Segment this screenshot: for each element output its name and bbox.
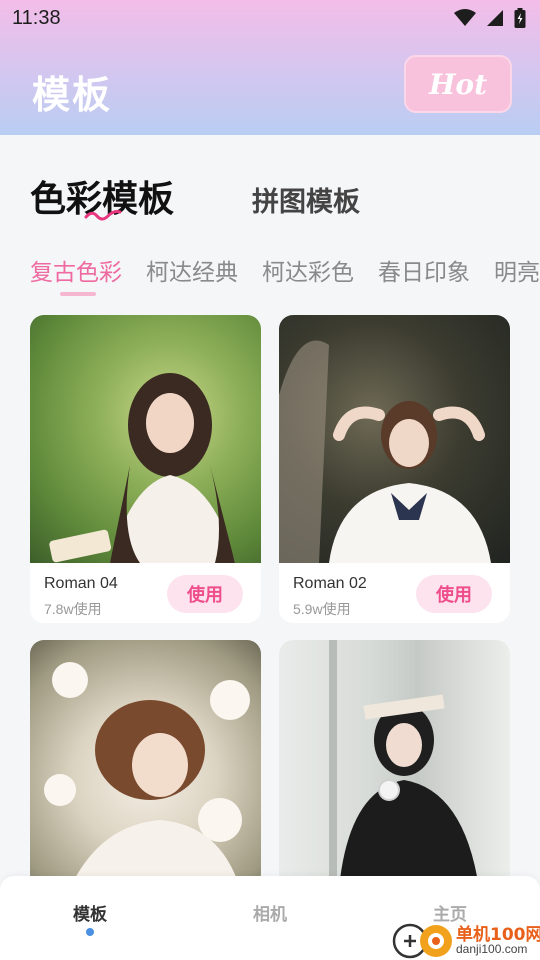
watermark-url: danji100.com (456, 942, 528, 956)
watermark-logo-icon (392, 923, 452, 959)
nav-camera[interactable]: 相机 (253, 900, 287, 925)
template-info: Roman 02 5.9w使用 使用 (279, 563, 510, 623)
template-preview-image (30, 315, 261, 563)
template-preview-image (279, 315, 510, 563)
category-tabs: 复古色彩 柯达经典 柯达彩色 春日印象 明亮 (30, 253, 540, 287)
template-info: Roman 04 7.8w使用 使用 (30, 563, 261, 623)
template-usage-count: 7.8w使用 (44, 601, 102, 617)
subtab-retro-color[interactable]: 复古色彩 (30, 253, 122, 287)
template-card[interactable] (30, 640, 261, 888)
status-bar: 11:38 (0, 0, 540, 36)
hot-button[interactable]: Hot (404, 55, 512, 113)
template-preview-image (279, 640, 510, 888)
watermark: 单机100网 danji100.com (392, 918, 540, 960)
tab-collage-templates[interactable]: 拼图模板 (252, 180, 360, 219)
use-button[interactable]: 使用 (416, 575, 492, 613)
template-name: Roman 02 (293, 575, 367, 592)
template-card[interactable] (279, 640, 510, 888)
active-tab-squiggle (84, 210, 122, 221)
portrait-illustration (329, 640, 479, 888)
portrait-illustration (44, 662, 250, 888)
template-name: Roman 04 (44, 575, 118, 592)
subtab-kodak-color[interactable]: 柯达彩色 (262, 253, 354, 287)
status-time: 11:38 (12, 7, 61, 29)
template-preview-image (30, 640, 261, 888)
signal-icon (487, 10, 503, 26)
template-usage-count: 5.9w使用 (293, 601, 351, 617)
page-title: 模板 (32, 73, 113, 117)
subtab-kodak-classic[interactable]: 柯达经典 (146, 253, 238, 287)
active-nav-indicator (86, 928, 94, 936)
wifi-icon (454, 9, 476, 26)
header: 11:38 模板 Hot (0, 0, 540, 135)
template-card[interactable]: Roman 04 7.8w使用 使用 (30, 315, 261, 623)
subtab-active-indicator (60, 292, 96, 296)
subtab-bright[interactable]: 明亮 (494, 253, 540, 287)
nav-templates[interactable]: 模板 (73, 900, 107, 925)
template-card[interactable]: Roman 02 5.9w使用 使用 (279, 315, 510, 623)
battery-icon (514, 8, 526, 28)
portrait-illustration (49, 373, 235, 563)
status-icons (454, 8, 526, 28)
use-button[interactable]: 使用 (167, 575, 243, 613)
portrait-illustration (279, 340, 491, 563)
subtab-spring-impression[interactable]: 春日印象 (378, 253, 470, 287)
